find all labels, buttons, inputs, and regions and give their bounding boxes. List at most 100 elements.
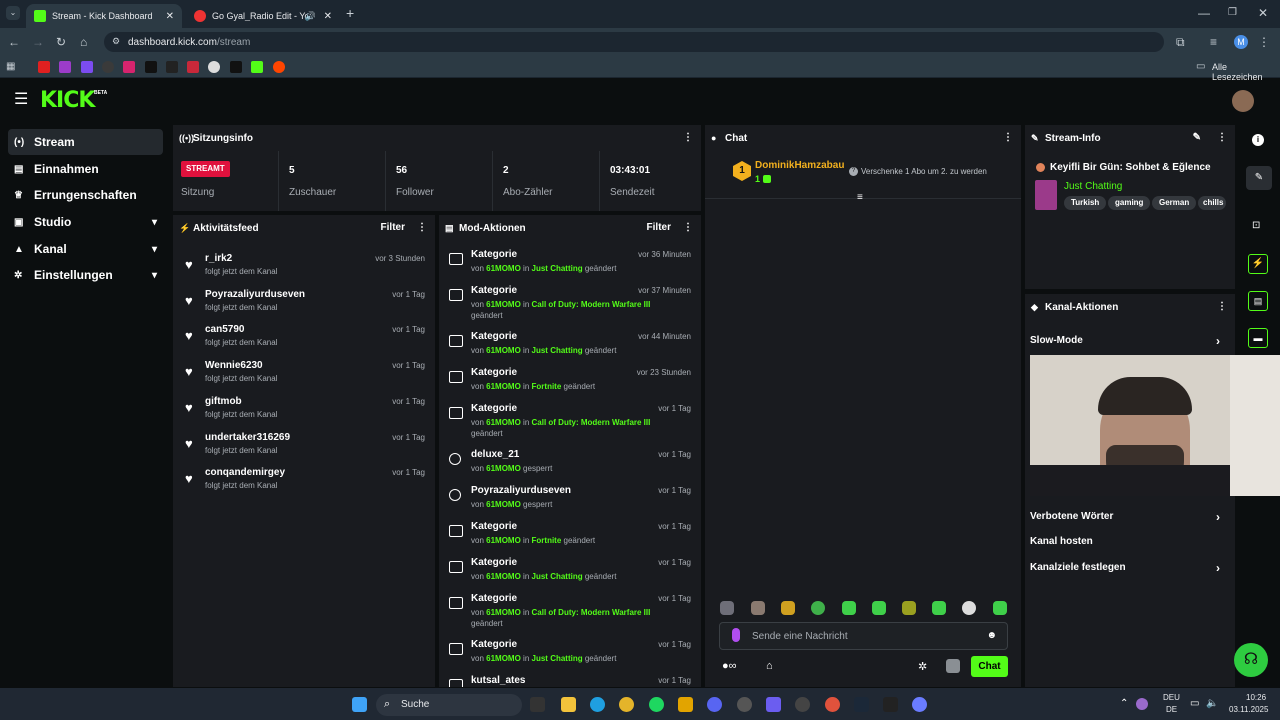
tray-app-icon[interactable] [1136, 698, 1148, 710]
hamburger-menu-icon[interactable]: ☰ [14, 92, 28, 108]
rockstar-icon[interactable] [678, 697, 693, 712]
clock-time[interactable]: 10:26 [1246, 693, 1266, 702]
moderator-name[interactable]: 61MOMO [486, 500, 521, 509]
follower-name[interactable]: giftmob [205, 396, 242, 407]
sidebar-item-errungenschaften[interactable]: ♕ Errungenschaften [8, 182, 163, 208]
language-top[interactable]: DEU [1163, 693, 1180, 702]
all-bookmarks-label[interactable]: Alle Lesezeichen [1212, 62, 1280, 82]
sidebar-item-einnahmen[interactable]: ▤ Einnahmen [8, 156, 163, 182]
activity-row[interactable]: ♥ r_irk2 folgt jetzt dem Kanal vor 3 Stunde… [173, 249, 435, 285]
network-icon[interactable]: ▭ [1190, 698, 1199, 709]
home-icon[interactable]: ⌂ [80, 35, 87, 49]
send-chat-button[interactable]: Chat [971, 656, 1008, 677]
moderator-name[interactable]: 61MOMO [486, 608, 521, 617]
pinned-gift-card[interactable]: 1 DominikHamzabau 1 ? Verschenke 1 Abo u… [705, 151, 1021, 199]
tab-search-icon[interactable]: ⌄ [6, 6, 20, 20]
emote-icon[interactable] [902, 601, 916, 615]
clock-date[interactable]: 03.11.2025 [1229, 705, 1268, 714]
bookmark-reddit-icon[interactable] [273, 61, 285, 73]
category-name[interactable]: Just Chatting [532, 654, 583, 663]
follower-name[interactable]: undertaker316269 [205, 432, 290, 443]
points-icon[interactable]: ●∞ [722, 660, 737, 672]
edit-icon[interactable]: ✎ [1193, 132, 1201, 143]
bookmark-icon[interactable] [208, 61, 220, 73]
moderator-name[interactable]: 61MOMO [486, 264, 521, 273]
media-icon[interactable]: ≡ [1210, 35, 1217, 49]
more-options-icon[interactable]: ⋮ [417, 222, 427, 233]
bookmark-twitch-icon[interactable] [81, 61, 93, 73]
category-name[interactable]: Call of Duty: Modern Warfare III [532, 300, 651, 309]
tray-chevron-icon[interactable]: ⌃ [1120, 698, 1128, 709]
collapse-icon[interactable]: ≡ [857, 192, 863, 203]
extensions-icon[interactable]: ⧉ [1176, 35, 1185, 49]
follower-name[interactable]: can5790 [205, 324, 244, 335]
activity-row[interactable]: ♥ Wennie6230 folgt jetzt dem Kanal vor 1 Ta… [173, 356, 435, 392]
back-icon[interactable]: ← [8, 35, 20, 49]
screenshot-icon[interactable]: ⊡ [1252, 220, 1260, 231]
minimize-icon[interactable]: — [1198, 6, 1210, 20]
bookmark-icon[interactable] [187, 61, 199, 73]
app-icon[interactable] [912, 697, 927, 712]
category-name[interactable]: Just Chatting [532, 264, 583, 273]
activity-row[interactable]: ♥ giftmob folgt jetzt dem Kanal vor 1 Tag [173, 392, 435, 428]
discord-icon[interactable] [707, 697, 722, 712]
store-icon[interactable]: ⌂ [766, 660, 773, 672]
taskbar-search[interactable]: ⌕ Suche [376, 694, 522, 716]
chat-input[interactable]: Sende eine Nachricht ☻ [719, 622, 1008, 650]
follower-name[interactable]: conqandemirgey [205, 467, 285, 478]
action-slow-mode[interactable]: Slow-Mode › [1030, 334, 1230, 348]
edge-icon[interactable] [590, 697, 605, 712]
moderator-name[interactable]: 61MOMO [486, 572, 521, 581]
site-info-icon[interactable]: ⚙ [112, 36, 120, 47]
more-options-icon[interactable]: ⋮ [683, 222, 693, 233]
moderator-name[interactable]: 61MOMO [486, 418, 521, 427]
action-channel-goals[interactable]: Kanalziele festlegen › [1030, 561, 1230, 575]
category-name[interactable]: Fortnite [532, 536, 562, 545]
new-tab-icon[interactable]: + [346, 6, 354, 20]
audio-playing-icon[interactable]: 🔊 [305, 11, 316, 22]
sidebar-item-kanal[interactable]: ▲ Kanal ▾ [8, 236, 163, 262]
bookmark-tiktok-icon[interactable] [230, 61, 242, 73]
moderator-name[interactable]: 61MOMO [486, 654, 521, 663]
app-icon[interactable] [766, 697, 781, 712]
bookmark-icon[interactable] [102, 61, 114, 73]
url-input[interactable]: ⚙ dashboard.kick.com/stream [104, 32, 1164, 52]
windows-start-icon[interactable] [352, 697, 367, 712]
bookmark-icon[interactable] [166, 61, 178, 73]
emote-icon[interactable] [932, 601, 946, 615]
category-name[interactable]: Call of Duty: Modern Warfare III [532, 418, 651, 427]
reload-icon[interactable]: ↻ [56, 35, 66, 49]
emote-icon[interactable] [751, 601, 765, 615]
more-options-icon[interactable]: ⋮ [1217, 132, 1227, 143]
emote-icon[interactable] [993, 601, 1007, 615]
window-close-icon[interactable]: ✕ [1258, 6, 1268, 20]
emote-icon[interactable] [842, 601, 856, 615]
moderator-name[interactable]: 61MOMO [486, 346, 521, 355]
emote-icon[interactable] [781, 601, 795, 615]
bookmark-icon[interactable] [59, 61, 71, 73]
moderator-name[interactable]: 61MOMO [486, 300, 521, 309]
info-icon[interactable]: i [1252, 134, 1264, 146]
steam-icon[interactable] [854, 697, 869, 712]
activity-row[interactable]: ♥ Poyrazaliyurduseven folgt jetzt dem Kana… [173, 285, 435, 321]
epic-games-icon[interactable] [883, 697, 898, 712]
follower-name[interactable]: r_irk2 [205, 253, 232, 264]
file-explorer-icon[interactable] [561, 697, 576, 712]
close-tab-icon[interactable]: ✕ [166, 11, 174, 22]
chat-popout-icon[interactable]: ▬ [1248, 328, 1268, 348]
activity-row[interactable]: ♥ can5790 folgt jetzt dem Kanal vor 1 Tag [173, 320, 435, 356]
volume-icon[interactable]: 🔈 [1206, 698, 1218, 709]
pinned-username[interactable]: DominikHamzabau [755, 160, 844, 171]
obs-icon[interactable] [737, 697, 752, 712]
restore-icon[interactable]: ❐ [1228, 6, 1237, 20]
sidebar-item-einstellungen[interactable]: ✲ Einstellungen ▾ [8, 262, 163, 288]
mod-shield-icon[interactable] [946, 659, 960, 673]
bookmark-x-icon[interactable] [145, 61, 157, 73]
settings-icon[interactable]: ✲ [918, 660, 927, 673]
bookmark-instagram-icon[interactable] [123, 61, 135, 73]
emote-icon[interactable] [720, 601, 734, 615]
filter-button[interactable]: Filter [647, 222, 671, 233]
tab-kick-dashboard[interactable]: Stream - Kick Dashboard ✕ [26, 4, 182, 28]
app-icon[interactable] [795, 697, 810, 712]
profile-avatar[interactable]: M [1234, 35, 1248, 49]
